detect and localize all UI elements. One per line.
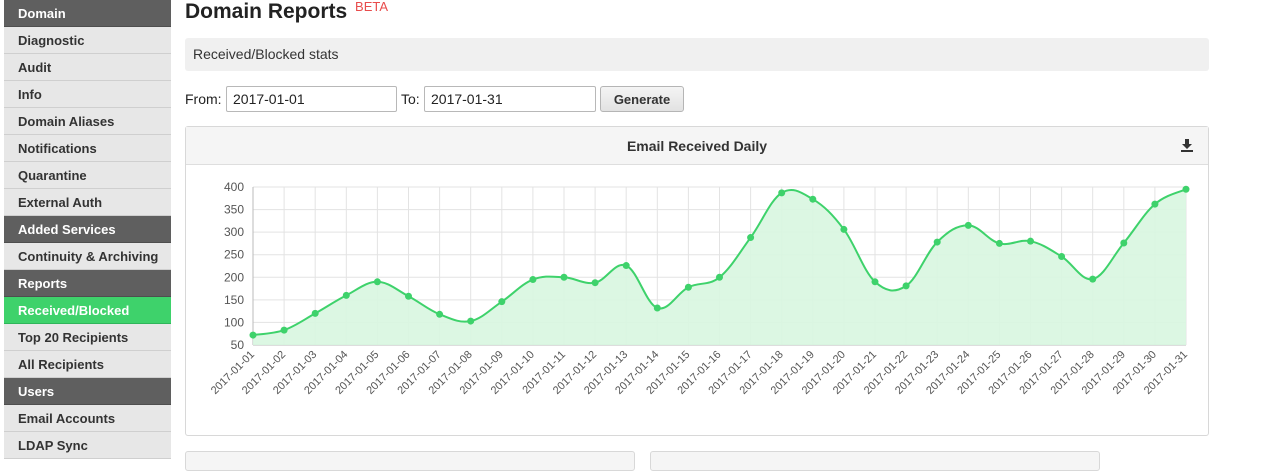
sidebar-item-all-recipients[interactable]: All Recipients [4, 351, 171, 378]
bottom-panel-right [650, 451, 1100, 471]
data-point [902, 282, 910, 290]
download-icon[interactable] [1180, 138, 1194, 152]
sidebar-item-received-blocked[interactable]: Received/Blocked [4, 297, 171, 324]
data-point [778, 189, 786, 197]
sidebar-item-audit[interactable]: Audit [4, 54, 171, 81]
stats-section-label: Received/Blocked stats [193, 46, 339, 62]
data-point [684, 283, 692, 291]
y-tick-label: 150 [224, 293, 244, 307]
sidebar-item-domain[interactable]: Domain [4, 0, 171, 27]
chart-area: 50 100 150 200 250 300 350 400 2017-01-01 2017-01… [186, 166, 1208, 439]
generate-button[interactable]: Generate [600, 86, 684, 112]
data-point [1089, 275, 1097, 283]
data-point [373, 278, 381, 286]
from-label: From: [185, 91, 222, 107]
page-title: Domain Reports BETA [185, 0, 388, 24]
data-point [871, 278, 879, 286]
data-point [716, 273, 723, 281]
data-point [249, 331, 257, 339]
data-point [498, 298, 506, 306]
chart-panel-header: Email Received Daily [186, 127, 1208, 165]
y-tick-label: 400 [224, 180, 244, 194]
beta-badge: BETA [355, 0, 389, 14]
y-tick-label: 300 [224, 225, 244, 239]
data-point [311, 309, 319, 317]
data-point [1058, 253, 1066, 261]
bottom-panel-left [185, 451, 635, 471]
sidebar: Domain Diagnostic Audit Info Domain Aliases N… [4, 0, 171, 459]
email-received-chart: 501001502002503003504002017-01-012017-01… [209, 180, 1190, 397]
data-point [1151, 200, 1159, 208]
data-point [342, 291, 350, 299]
sidebar-item-users[interactable]: Users [4, 378, 171, 405]
sidebar-item-domain-aliases[interactable]: Domain Aliases [4, 108, 171, 135]
data-point [529, 276, 537, 284]
y-tick-label: 250 [224, 248, 244, 262]
sidebar-item-quarantine[interactable]: Quarantine [4, 162, 171, 189]
sidebar-item-reports[interactable]: Reports [4, 270, 171, 297]
y-tick-label: 200 [224, 270, 244, 284]
data-point [653, 304, 661, 312]
data-point [280, 326, 288, 334]
from-date-input[interactable] [226, 86, 397, 112]
data-point [1027, 237, 1034, 245]
data-point [560, 273, 568, 281]
to-label: To: [401, 91, 420, 107]
y-tick-label: 50 [231, 338, 245, 352]
y-tick-label: 100 [224, 315, 244, 329]
data-point [1120, 239, 1128, 247]
sidebar-item-info[interactable]: Info [4, 81, 171, 108]
data-point [809, 195, 817, 203]
sidebar-item-email-accounts[interactable]: Email Accounts [4, 405, 171, 432]
stats-section-header: Received/Blocked stats [185, 38, 1209, 71]
data-point [467, 317, 475, 325]
data-point [405, 292, 412, 300]
sidebar-item-external-auth[interactable]: External Auth [4, 189, 171, 216]
chart-panel: Email Received Daily 50 100 150 200 250 300 35… [185, 126, 1209, 436]
sidebar-item-added-services[interactable]: Added Services [4, 216, 171, 243]
data-point [747, 234, 755, 242]
data-point [591, 279, 599, 287]
data-point [995, 239, 1003, 247]
sidebar-item-notifications[interactable]: Notifications [4, 135, 171, 162]
data-point [840, 225, 848, 233]
data-point [1182, 185, 1190, 193]
data-point [964, 221, 972, 229]
to-date-input[interactable] [424, 86, 596, 112]
sidebar-item-ldap-sync[interactable]: LDAP Sync [4, 432, 171, 459]
chart-title: Email Received Daily [626, 138, 768, 154]
data-point [622, 262, 630, 270]
sidebar-item-diagnostic[interactable]: Diagnostic [4, 27, 171, 54]
sidebar-item-continuity-archiving[interactable]: Continuity & Archiving [4, 243, 171, 270]
y-tick-label: 350 [224, 203, 244, 217]
sidebar-item-top-20-recipients[interactable]: Top 20 Recipients [4, 324, 171, 351]
data-point [436, 310, 444, 318]
data-point [933, 238, 941, 246]
page-title-text: Domain Reports [185, 0, 348, 23]
